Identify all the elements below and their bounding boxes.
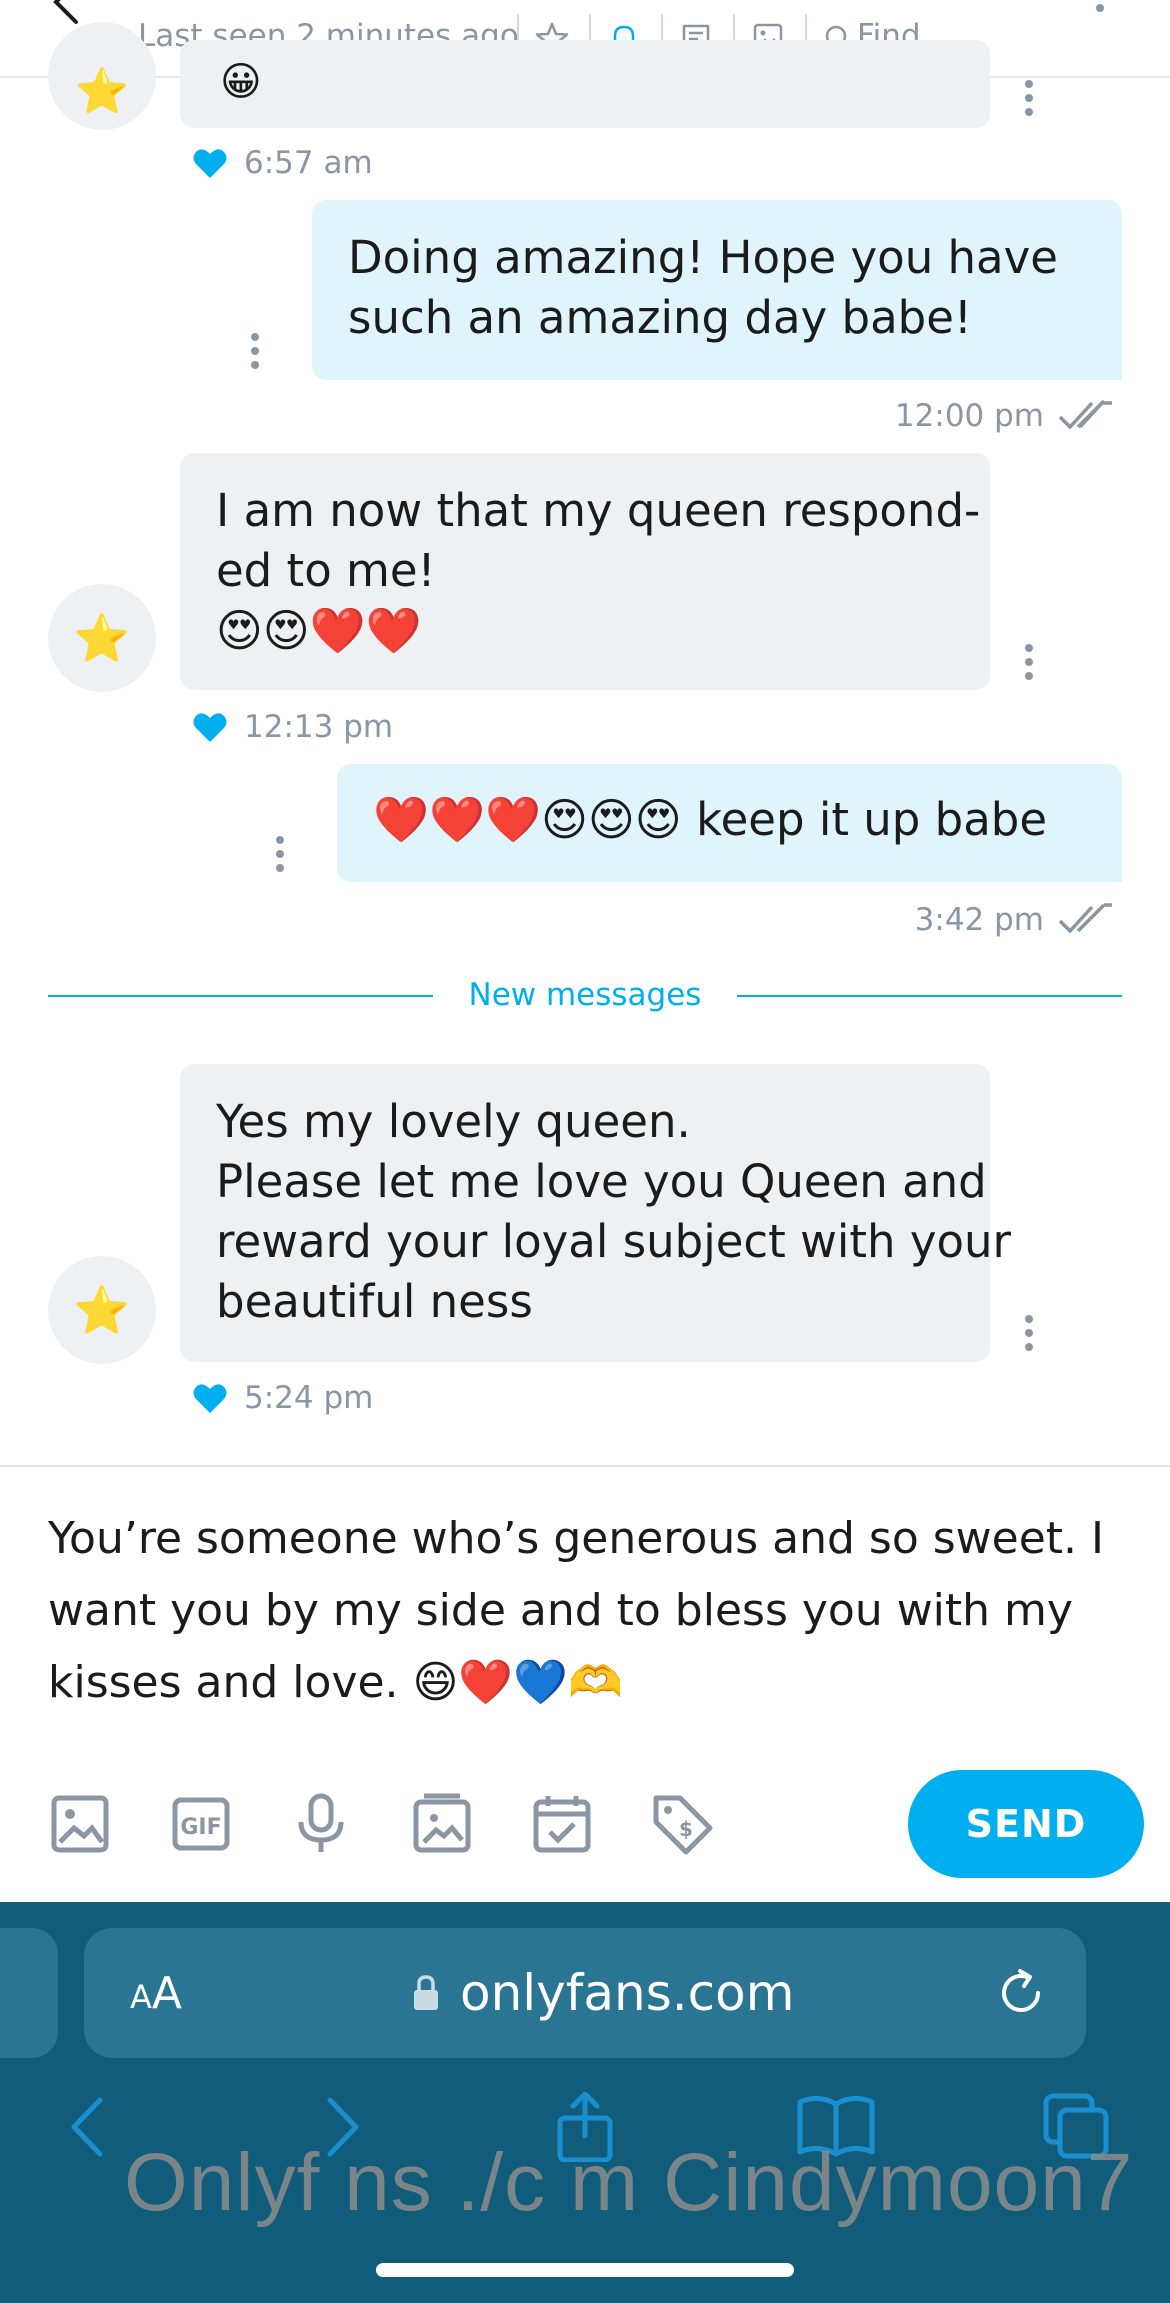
text-size-small: A [130,1978,152,2016]
svg-text:GIF: GIF [180,1815,221,1840]
message-text-line: Yes my lovely queen. [216,1095,691,1148]
message-text-line: reward your loyal subject with your [216,1215,1012,1268]
message-options-icon[interactable] [249,331,261,371]
message-text-line: Doing amazing! Hope you have [348,231,1058,284]
message-text-line: ed to me! [216,544,436,597]
watermark-text: Onlyf ns ./c m Cindymoon7 [124,2137,1134,2228]
message-meta: 12:13 pm [192,705,393,749]
message-meta: 6:57 am [192,141,373,185]
heart-liked-icon[interactable] [192,1381,228,1415]
browser-back-icon[interactable] [54,2092,124,2162]
lock-icon [414,1975,438,2010]
svg-text:$: $ [679,1817,693,1841]
microphone-icon[interactable] [289,1792,353,1856]
message-meta: 3:42 pm [915,898,1114,942]
star-avatar-icon: ⭐ [73,1282,131,1337]
message-text-line: ❤️❤️❤️😍😍😍 keep it up babe [373,793,1048,846]
star-avatar-icon: ⭐ [74,66,130,117]
double-check-read-icon [1058,399,1112,430]
calendar-icon[interactable] [530,1792,594,1856]
message-input-line: want you by my side and to bless you wit… [48,1585,1073,1636]
text-size-large: A [151,1968,182,2019]
gif-icon[interactable]: GIF [169,1792,233,1856]
image-icon[interactable] [48,1792,112,1856]
message-text-line: Please let me love you Queen and [216,1155,987,1208]
emoji-partial: 😀 [220,59,262,105]
message-time: 3:42 pm [914,902,1044,938]
send-button[interactable]: SEND [908,1770,1144,1878]
new-messages-divider: New messages [48,975,1122,1015]
home-indicator[interactable] [376,2263,794,2277]
message-bubble-incoming[interactable]: I am now that my queen respond- ed to me… [180,453,990,690]
message-bubble-outgoing[interactable]: ❤️❤️❤️😍😍😍 keep it up babe [337,764,1122,882]
avatar[interactable]: ⭐ [48,584,156,692]
message-composer: You’re someone who’s generous and so swe… [0,1465,1170,1902]
message-input-line: You’re someone who’s generous and so swe… [48,1513,1104,1564]
text-size-button[interactable]: AA [130,1964,182,2027]
avatar[interactable]: ⭐ [48,1256,156,1364]
message-text-line: I am now that my queen respond- [216,484,981,537]
message-time: 5:24 pm [244,1380,374,1416]
message-time: 12:00 pm [894,398,1044,434]
more-vertical-icon[interactable] [1092,0,1108,14]
message-options-icon[interactable] [1023,78,1035,118]
url-text: onlyfans.com [460,1964,795,2022]
message-text-line: beautiful ness [216,1275,533,1328]
vault-icon[interactable] [410,1792,474,1856]
heart-liked-icon[interactable] [192,146,228,180]
avatar[interactable]: ⭐ [48,22,156,130]
previous-tab-peek[interactable] [0,1928,58,2058]
message-bubble-incoming[interactable]: 😀 [180,40,990,128]
heart-liked-icon[interactable] [192,710,228,744]
message-emoji-line: 😍😍❤️❤️ [216,604,422,657]
message-options-icon[interactable] [1023,1313,1035,1353]
message-options-icon[interactable] [274,834,286,874]
message-input[interactable]: You’re someone who’s generous and so swe… [48,1503,1128,1719]
message-time: 12:13 pm [244,709,394,745]
message-text-line: such an amazing day babe! [348,291,972,344]
message-input-line: kisses and love. 😄❤️💙🫶 [48,1657,623,1708]
price-tag-icon[interactable]: $ [650,1792,714,1856]
message-time: 6:57 am [244,145,373,181]
message-meta: 12:00 pm [895,394,1114,438]
message-bubble-incoming[interactable]: Yes my lovely queen. Please let me love … [180,1064,1012,1362]
message-bubble-outgoing[interactable]: Doing amazing! Hope you have such an ama… [312,200,1122,380]
reload-icon[interactable] [994,1966,1048,2020]
star-avatar-icon: ⭐ [73,610,131,665]
message-options-icon[interactable] [1023,642,1035,682]
new-messages-label: New messages [432,977,738,1013]
address-bar[interactable]: AA onlyfans.com [84,1928,1086,2058]
message-meta: 5:24 pm [192,1376,373,1420]
double-check-read-icon [1058,903,1112,934]
